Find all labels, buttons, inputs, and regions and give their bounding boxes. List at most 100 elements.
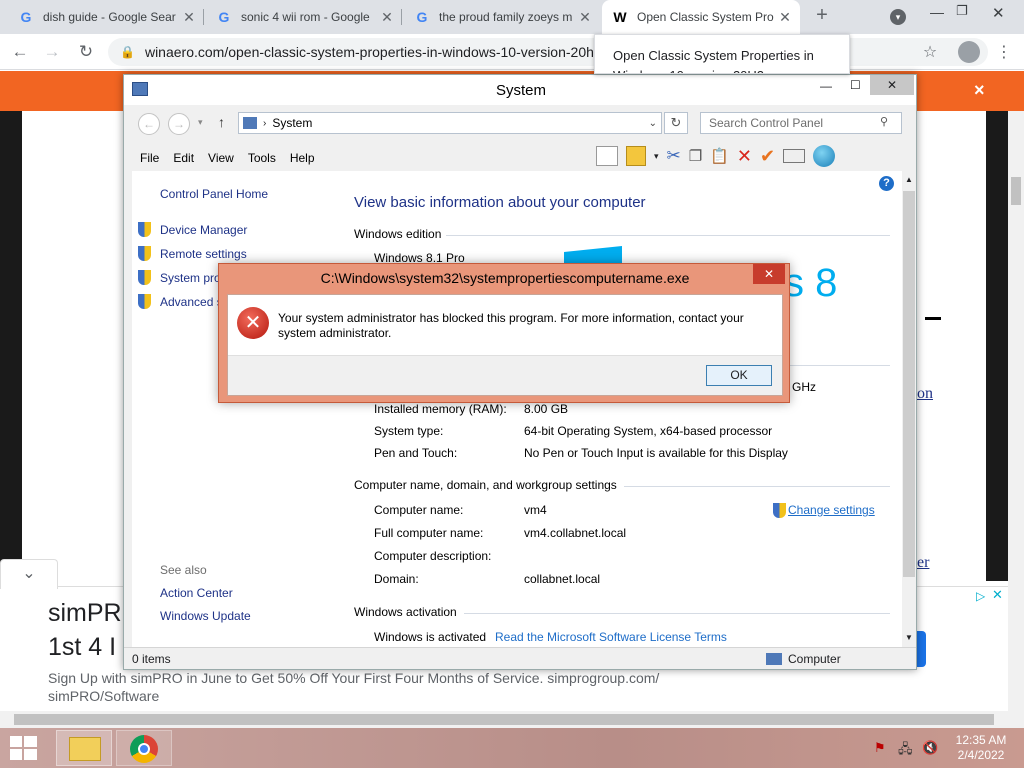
ad-body: Sign Up with simPRO in June to Get 50% O… bbox=[48, 670, 660, 704]
advanced-settings-link[interactable]: Advanced s bbox=[160, 295, 223, 309]
taskbar-file-explorer[interactable] bbox=[56, 730, 112, 766]
taskbar: ⚑ 🖧 🔇 12:35 AM 2/4/2022 bbox=[0, 728, 1024, 768]
see-also-heading: See also bbox=[160, 563, 207, 577]
copy-icon[interactable]: ❐ bbox=[689, 147, 702, 165]
uac-shield-icon bbox=[138, 246, 151, 261]
ad-headline[interactable]: simPR bbox=[48, 599, 122, 628]
google-favicon-icon: G bbox=[218, 9, 230, 25]
tab-dish-guide[interactable]: G dish guide - Google Sear ✕ bbox=[8, 0, 204, 34]
address-bar[interactable]: 🔒 winaero.com/open-classic-system-proper… bbox=[108, 38, 988, 66]
change-settings-link[interactable]: Change settings bbox=[788, 503, 875, 517]
search-control-panel-input[interactable]: Search Control Panel bbox=[700, 112, 902, 134]
bookmark-star-icon[interactable]: ☆ bbox=[918, 40, 942, 64]
license-terms-link[interactable]: Read the Microsoft Software License Term… bbox=[495, 630, 727, 644]
layout-pane-icon[interactable] bbox=[596, 146, 618, 166]
forward-arrow-icon[interactable]: → bbox=[40, 40, 64, 64]
forward-circle-icon[interactable]: → bbox=[168, 113, 190, 135]
back-circle-icon[interactable]: ← bbox=[138, 113, 160, 135]
folder-options-icon[interactable] bbox=[626, 146, 646, 166]
cut-scissors-icon[interactable]: ✂ bbox=[667, 146, 681, 166]
system-protection-link[interactable]: System pro bbox=[160, 271, 221, 285]
content-scroll-thumb[interactable] bbox=[903, 191, 915, 577]
checkmark-icon[interactable]: ✔ bbox=[760, 146, 775, 167]
google-favicon-icon: G bbox=[416, 9, 428, 25]
close-window-button[interactable]: ✕ bbox=[870, 75, 914, 95]
minimize-browser-icon[interactable]: — bbox=[930, 4, 944, 20]
page-dark-margin-left bbox=[0, 111, 22, 581]
adchoices-icon[interactable]: ▷ bbox=[976, 589, 985, 603]
recent-pages-chevron-icon[interactable]: ▾ bbox=[198, 117, 203, 128]
back-arrow-icon[interactable]: ← bbox=[8, 40, 32, 64]
globe-icon[interactable] bbox=[813, 145, 836, 167]
delete-icon[interactable]: ✕ bbox=[737, 146, 752, 167]
close-tab-icon[interactable]: ✕ bbox=[180, 9, 198, 26]
refresh-icon[interactable]: ↻ bbox=[664, 112, 688, 134]
action-center-link[interactable]: Action Center bbox=[160, 586, 233, 600]
maximize-window-icon[interactable]: ☐ bbox=[850, 78, 861, 92]
ad-close-icon[interactable]: ✕ bbox=[992, 587, 1003, 603]
page-scroll-thumb[interactable] bbox=[1011, 177, 1021, 205]
menu-bar: File Edit View Tools Help bbox=[140, 151, 315, 165]
horizontal-scrollbar[interactable] bbox=[0, 711, 1024, 728]
reload-icon[interactable]: ↻ bbox=[74, 40, 98, 64]
menu-tools[interactable]: Tools bbox=[248, 151, 276, 165]
scroll-up-icon[interactable]: ▲ bbox=[905, 175, 913, 184]
up-arrow-icon[interactable]: ↑ bbox=[218, 114, 225, 130]
computer-small-icon bbox=[243, 117, 257, 129]
close-browser-icon[interactable]: ✕ bbox=[992, 4, 1005, 22]
close-tab-icon[interactable]: ✕ bbox=[576, 9, 594, 26]
tab-open-classic-system[interactable]: W Open Classic System Pro ✕ bbox=[602, 0, 800, 34]
close-tab-icon[interactable]: ✕ bbox=[776, 9, 794, 26]
tab-proud-family[interactable]: G the proud family zoeys m ✕ bbox=[404, 0, 600, 34]
remote-settings-link[interactable]: Remote settings bbox=[160, 247, 247, 261]
menu-kebab-icon[interactable]: ⋮ bbox=[992, 40, 1016, 64]
banner-close-icon[interactable]: × bbox=[974, 80, 985, 101]
processor-speed-fragment: GHz bbox=[792, 380, 816, 394]
ad-headline[interactable]: 1st 4 I bbox=[48, 633, 116, 662]
menu-help[interactable]: Help bbox=[290, 151, 315, 165]
window-address-bar[interactable]: › System ⌄ bbox=[238, 112, 662, 134]
computer-name-value: vm4 bbox=[524, 503, 547, 517]
menu-file[interactable]: File bbox=[140, 151, 159, 165]
horizontal-scroll-thumb[interactable] bbox=[14, 714, 994, 725]
system-titlebar[interactable]: System — ☐ ✕ bbox=[124, 75, 916, 105]
error-dialog: C:\Windows\system32\systempropertiescomp… bbox=[218, 263, 790, 403]
breadcrumb-system[interactable]: System bbox=[272, 116, 312, 130]
lock-icon: 🔒 bbox=[120, 45, 135, 59]
network-icon[interactable]: 🖧 bbox=[898, 740, 913, 762]
control-panel-home-link[interactable]: Control Panel Home bbox=[160, 187, 268, 201]
help-icon[interactable]: ? bbox=[879, 176, 894, 191]
content-scrollbar[interactable]: ▲ ▼ bbox=[902, 171, 916, 647]
paste-clipboard-icon[interactable]: 📋 bbox=[710, 147, 729, 165]
new-tab-button[interactable]: + bbox=[810, 4, 834, 30]
restore-browser-icon[interactable]: ❐ bbox=[956, 3, 968, 19]
profile-avatar-icon[interactable] bbox=[958, 41, 980, 63]
volume-muted-icon[interactable]: 🔇 bbox=[922, 740, 938, 756]
menu-view[interactable]: View bbox=[208, 151, 234, 165]
ad-collapse-chevron-icon[interactable]: ⌄ bbox=[0, 559, 58, 589]
properties-icon[interactable] bbox=[783, 149, 806, 163]
tab-sonic-rom[interactable]: G sonic 4 wii rom - Google ✕ bbox=[206, 0, 402, 34]
page-rule bbox=[925, 317, 941, 320]
system-clock[interactable]: 12:35 AM 2/4/2022 bbox=[950, 733, 1012, 763]
close-tab-icon[interactable]: ✕ bbox=[378, 9, 396, 26]
dialog-close-button[interactable]: ✕ bbox=[753, 264, 785, 284]
page-link-fragment[interactable]: er bbox=[917, 554, 929, 572]
device-manager-link[interactable]: Device Manager bbox=[160, 223, 247, 237]
windows-update-link[interactable]: Windows Update bbox=[160, 609, 251, 623]
ok-button[interactable]: OK bbox=[706, 365, 772, 386]
address-dropdown-icon[interactable]: ⌄ bbox=[649, 118, 657, 129]
start-windows-icon[interactable] bbox=[10, 736, 38, 760]
minimize-window-icon[interactable]: — bbox=[820, 79, 832, 93]
activation-status: Windows is activated bbox=[374, 630, 487, 644]
toolbar-dropdown-icon[interactable]: ▾ bbox=[654, 151, 659, 162]
tab-title: Open Classic System Pro bbox=[637, 10, 774, 24]
page-link-fragment[interactable]: on bbox=[917, 385, 933, 403]
taskbar-chrome[interactable] bbox=[116, 730, 172, 766]
tab-search-icon[interactable]: ▾ bbox=[890, 9, 906, 25]
uac-shield-icon bbox=[138, 270, 151, 285]
scroll-down-icon[interactable]: ▼ bbox=[905, 633, 913, 642]
page-scrollbar[interactable] bbox=[1008, 111, 1024, 711]
menu-edit[interactable]: Edit bbox=[173, 151, 194, 165]
action-center-flag-icon[interactable]: ⚑ bbox=[874, 740, 886, 756]
